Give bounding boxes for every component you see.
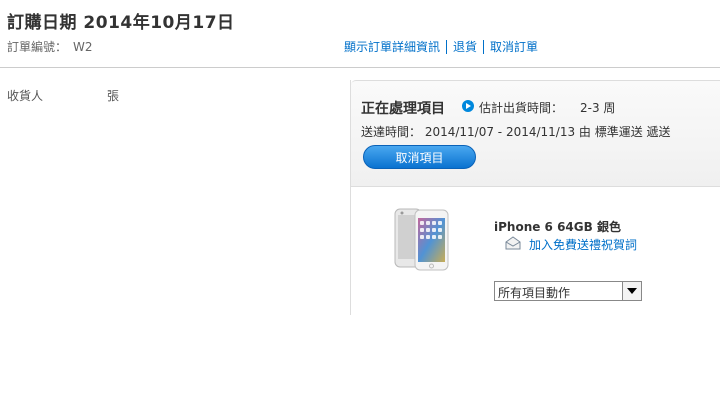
recipient-value: 張 bbox=[107, 89, 120, 103]
order-number-label: 訂單編號： bbox=[7, 40, 68, 54]
item-actions-value: 所有項目動作 bbox=[498, 286, 571, 300]
iphone-product-image bbox=[394, 208, 449, 271]
order-number: 訂單編號： W2 bbox=[7, 38, 93, 55]
estimate-label: 估計出貨時間： bbox=[479, 101, 564, 115]
item-actions-select[interactable]: 所有項目動作 bbox=[494, 281, 642, 301]
envelope-icon bbox=[505, 236, 521, 250]
order-actions: 顯示訂單詳細資訊 退貨 取消訂單 bbox=[344, 38, 538, 55]
shipment-panel: 正在處理項目 估計出貨時間： 2-3 周 送達時間： 2014/11/07 - … bbox=[350, 80, 720, 315]
cancel-item-button[interactable]: 取消項目 bbox=[363, 145, 476, 169]
product-name: iPhone 6 64GB 銀色 bbox=[494, 220, 621, 234]
show-order-details-link[interactable]: 顯示訂單詳細資訊 bbox=[344, 38, 440, 55]
recipient-label: 收貨人 bbox=[7, 89, 44, 103]
add-gift-message-link[interactable]: 加入免費送禮祝賀詞 bbox=[529, 236, 637, 253]
chevron-down-icon[interactable] bbox=[622, 282, 641, 300]
shipment-status-title: 正在處理項目 bbox=[361, 101, 445, 117]
estimate-value: 2-3 周 bbox=[580, 101, 616, 115]
cancel-order-link[interactable]: 取消訂單 bbox=[490, 38, 538, 55]
shipment-header: 正在處理項目 估計出貨時間： 2-3 周 送達時間： 2014/11/07 - … bbox=[351, 80, 720, 187]
panel-divider bbox=[351, 186, 720, 187]
delivery-info: 送達時間： 2014/11/07 - 2014/11/13 由 標準運送 遞送 bbox=[361, 125, 671, 139]
order-number-value: W2 bbox=[73, 40, 93, 54]
divider bbox=[446, 39, 448, 54]
header-divider bbox=[0, 67, 720, 68]
play-icon bbox=[462, 100, 474, 112]
return-link[interactable]: 退貨 bbox=[453, 38, 477, 55]
order-date-title: 訂購日期 2014年10月17日 bbox=[7, 13, 235, 33]
divider bbox=[483, 39, 485, 54]
